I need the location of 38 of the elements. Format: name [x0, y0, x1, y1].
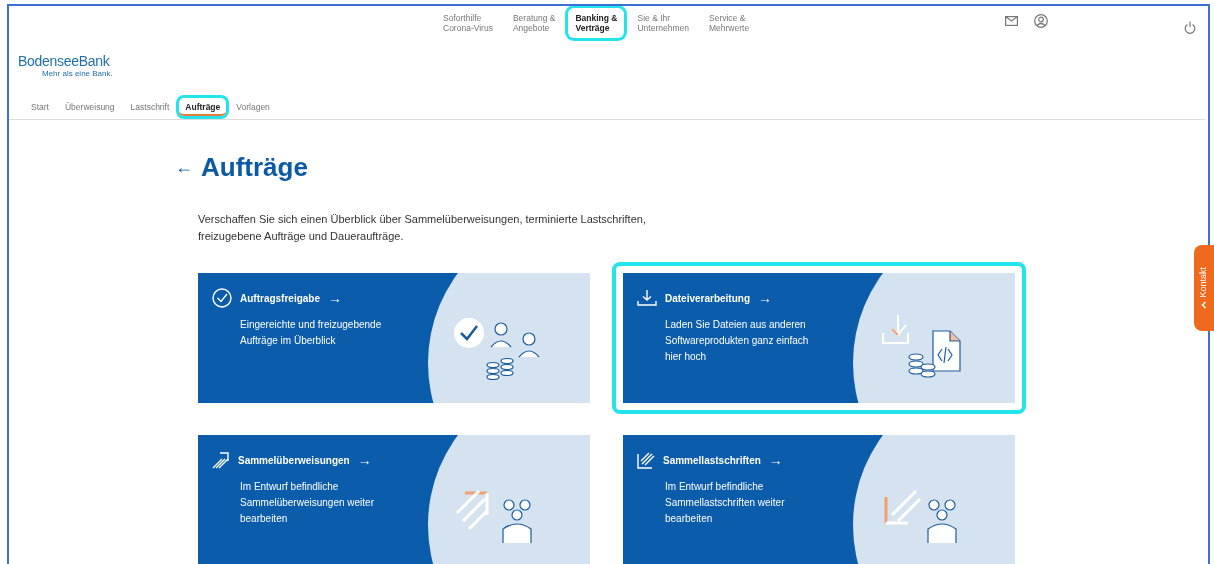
feature-card[interactable]: Auftragsfreigabe → Eingereichte und freizugebende Aufträge im Überblick: [198, 273, 590, 403]
arrow-icon: →: [768, 449, 783, 471]
card-description: Im Entwurf befindliche Sammelüberweisungen weiter bearbeiten: [240, 480, 374, 526]
tab[interactable]: Lastschrift: [124, 98, 176, 116]
arrow-icon: →: [328, 287, 342, 309]
check-circle-icon: [212, 288, 232, 308]
feature-card[interactable]: Dateiverarbeitung → Laden Sie Dateien aus anderen Softwareprodukten ganz einfach hier hoch: [623, 273, 1015, 403]
mail-icon[interactable]: [1005, 16, 1018, 26]
card-title[interactable]: Dateiverarbeitung: [665, 290, 751, 306]
tab[interactable]: Vorlagen: [230, 98, 276, 116]
card-title[interactable]: Sammellastschriften: [663, 452, 761, 468]
page-title: Aufträge: [201, 151, 308, 184]
user-icon[interactable]: [1034, 14, 1048, 28]
arrow-icon: →: [357, 449, 372, 471]
intro-text: Verschaffen Sie sich einen Überblick über Sammelüberweisungen, terminierte Lastschriften, freizugebene Aufträge und Daueraufträge.: [197, 212, 647, 244]
nav-item[interactable]: Beratung & Angebote: [505, 8, 563, 38]
card-description: Laden Sie Dateien aus anderen Softwareprodukten ganz einfach hier hoch: [665, 318, 809, 364]
arrow-icon: →: [758, 287, 773, 309]
bank-logo[interactable]: BodenseeBank Mehr als eine Bank.: [0, 46, 1214, 98]
feature-card[interactable]: Sammelüberweisungen → Im Entwurf befindliche Sammelüberweisungen weiter bearbeiten: [198, 435, 590, 564]
tab[interactable]: Aufträge: [179, 98, 227, 116]
nav-item[interactable]: Banking & Verträge: [568, 8, 625, 38]
card-description: Eingereichte und freizugebende Aufträge im Überblick: [240, 318, 382, 348]
card-title[interactable]: Sammelüberweisungen: [238, 452, 350, 468]
chevron-icon: [1201, 301, 1207, 310]
back-arrow[interactable]: ←: [175, 154, 193, 181]
feature-card[interactable]: Sammellastschriften → Im Entwurf befindliche Sammellastschriften weiter bearbeiten: [623, 435, 1015, 564]
nav-item[interactable]: Service & Mehrwerte: [702, 8, 757, 38]
nav-item[interactable]: Soforthilfe Corona-Virus: [436, 8, 500, 38]
download-icon: [637, 290, 657, 306]
tab[interactable]: Überweisung: [58, 98, 121, 116]
power-icon[interactable]: [1184, 21, 1196, 34]
nav-item[interactable]: Sie & Ihr Unternehmen: [630, 8, 696, 38]
card-title[interactable]: Auftragsfreigabe: [240, 290, 320, 306]
diagonal-arrow-icon: [212, 451, 230, 469]
card-description: Im Entwurf befindliche Sammellastschriften weiter bearbeiten: [665, 480, 785, 526]
tab[interactable]: Start: [25, 98, 55, 116]
diagonal-lines-icon: [637, 451, 655, 469]
